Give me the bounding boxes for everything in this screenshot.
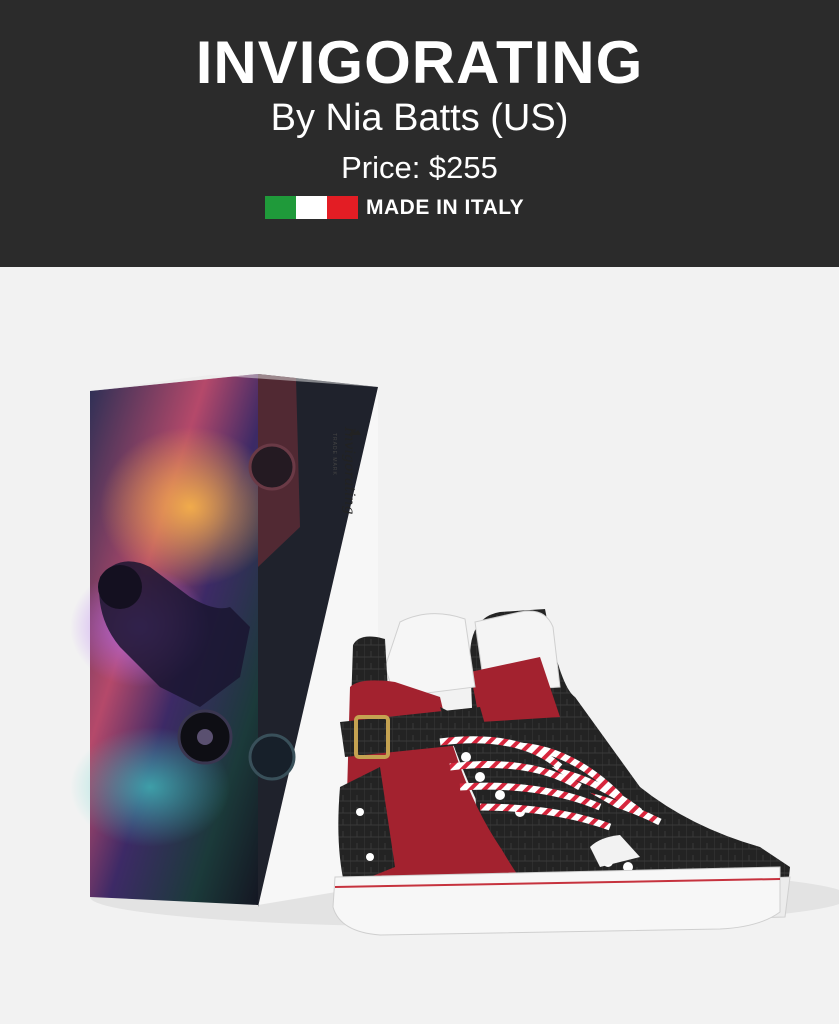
product-image: Invigorating TRADE MARK [0,267,839,1024]
sneakers [332,609,791,936]
box-brand: Invigorating [341,426,357,514]
designer-name: By Nia Batts (US) [270,97,569,139]
product-price: Price: $255 [341,150,498,185]
italy-flag-icon [265,196,358,219]
origin-badge: MADE IN ITALY [265,196,524,219]
product-title: INVIGORATING [195,29,644,96]
product-header: INVIGORATING By Nia Batts (US) Price: $2… [0,0,839,267]
origin-label: MADE IN ITALY [366,195,525,219]
shoe-box: Invigorating TRADE MARK [70,374,378,907]
box-tagline: TRADE MARK [331,433,337,476]
